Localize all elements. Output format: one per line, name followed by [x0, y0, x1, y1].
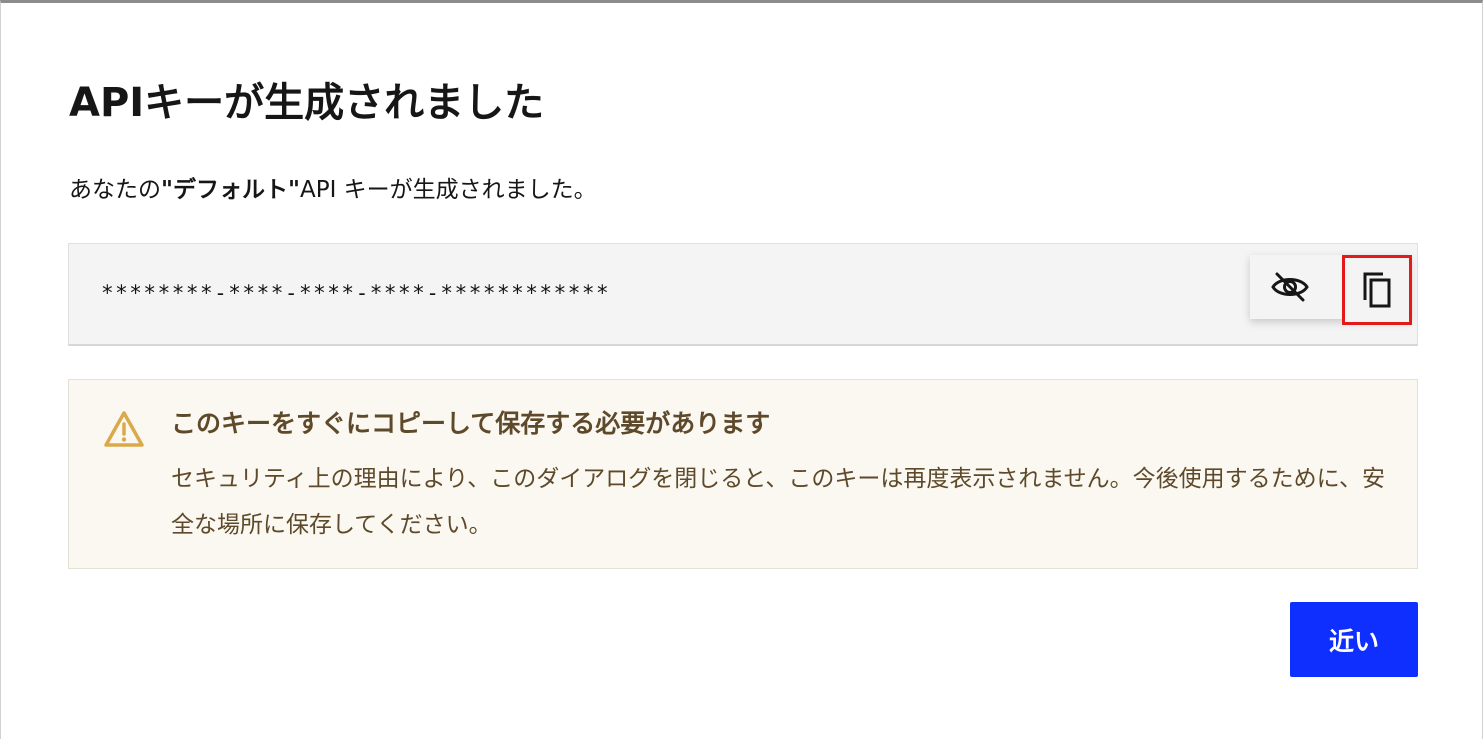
warning-body: セキュリティ上の理由により、このダイアログを閉じると、このキーは再度表示されませ…	[171, 466, 1385, 538]
close-button[interactable]: 近い	[1290, 602, 1418, 677]
description-suffix: API キーが生成されました。	[299, 177, 597, 203]
api-key-field: ********-****-****-****-************	[68, 243, 1418, 346]
warning-notification: このキーをすぐにコピーして保存する必要があります セキュリティ上の理由により、こ…	[68, 379, 1418, 569]
dialog-description: あなたの"デフォルト"API キーが生成されました。	[69, 173, 597, 207]
toggle-visibility-button[interactable]	[1250, 255, 1330, 319]
api-key-value[interactable]: ********-****-****-****-************	[101, 278, 610, 308]
warning-triangle-icon	[104, 411, 144, 447]
window-frame: APIキーが生成されました あなたの"デフォルト"API キーが生成されました。…	[0, 0, 1483, 739]
description-key-name: "デフォルト"	[161, 177, 300, 203]
api-key-dialog: APIキーが生成されました あなたの"デフォルト"API キーが生成されました。…	[1, 3, 1483, 742]
eye-off-icon	[1271, 272, 1309, 302]
api-key-actions	[1250, 255, 1412, 325]
warning-title: このキーをすぐにコピーして保存する必要があります	[171, 409, 771, 438]
copy-icon	[1363, 272, 1391, 308]
description-prefix: あなたの	[69, 177, 161, 203]
copy-button[interactable]	[1342, 255, 1412, 325]
dialog-title: APIキーが生成されました	[69, 80, 545, 126]
